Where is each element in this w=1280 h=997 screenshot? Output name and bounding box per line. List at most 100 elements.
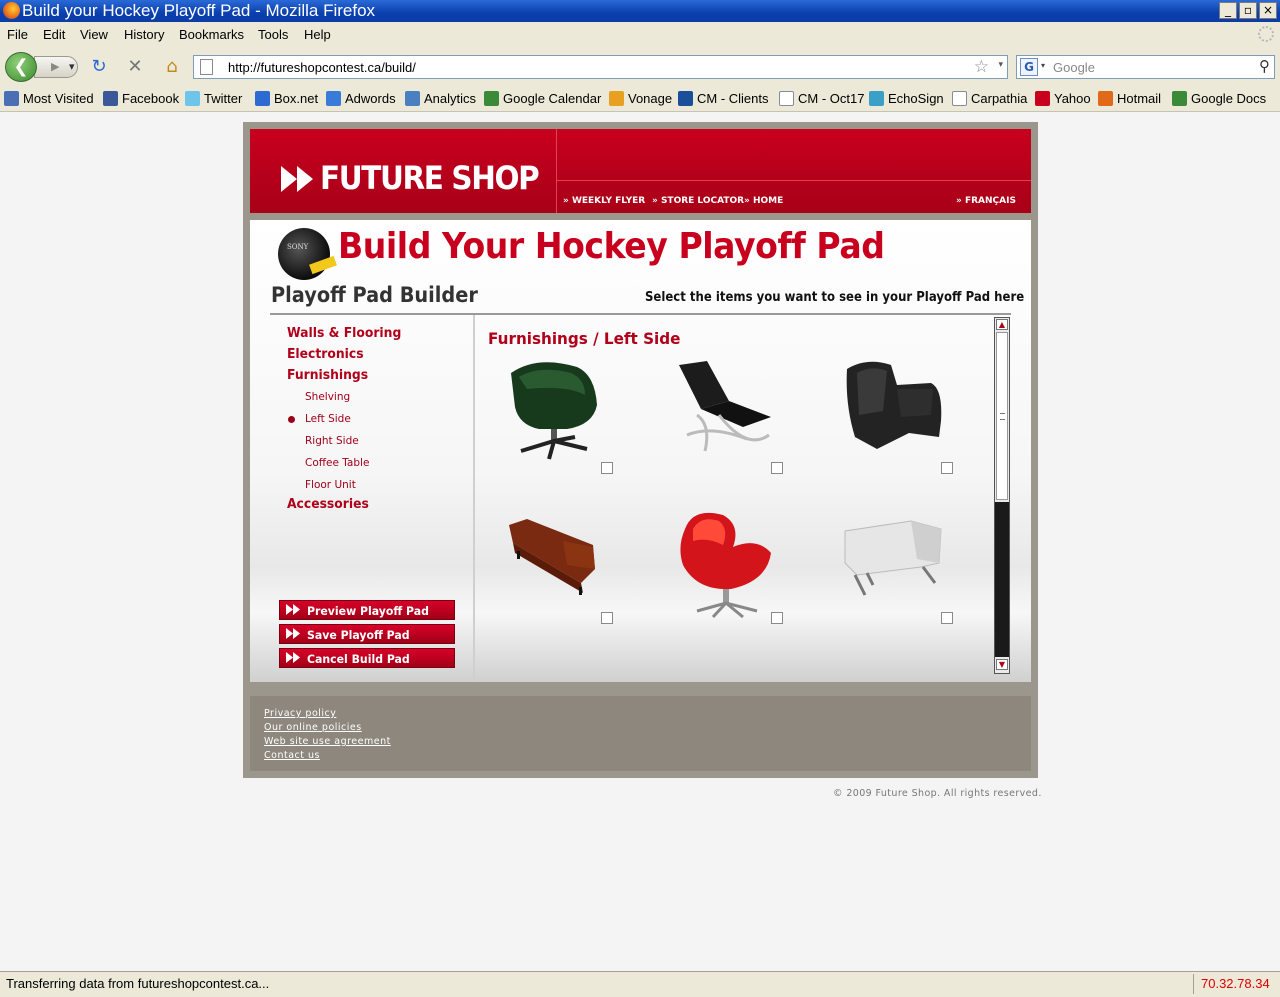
item-checkbox[interactable] xyxy=(941,462,953,474)
bookmark-star-icon[interactable]: ☆ xyxy=(974,57,989,77)
windows-icon xyxy=(1098,91,1113,106)
history-dropdown-icon[interactable]: ▾ xyxy=(69,60,75,73)
page-icon xyxy=(200,59,213,75)
url-dropdown-icon[interactable]: ▾ xyxy=(998,60,1003,70)
bookmark-label: Twitter xyxy=(204,91,243,106)
item-checkbox[interactable] xyxy=(771,612,783,624)
header-divider xyxy=(556,129,557,213)
category-furnishings[interactable]: Furnishings xyxy=(287,368,368,383)
cancel-label: Cancel Build Pad xyxy=(307,652,410,666)
nav-weekly-flyer[interactable]: » WEEKLY FLYER xyxy=(563,196,645,206)
footer-privacy-policy[interactable]: Privacy policy xyxy=(264,708,336,719)
search-engine-dropdown-icon[interactable]: ▾ xyxy=(1041,61,1045,70)
preview-playoff-pad-button[interactable]: Preview Playoff Pad xyxy=(279,600,455,620)
bookmark-most-visited[interactable]: Most Visited xyxy=(4,91,94,109)
leather-sofa-image xyxy=(509,519,595,595)
bookmark-box-net[interactable]: Box.net xyxy=(255,91,318,109)
future-shop-logo[interactable]: FUTURE SHOP xyxy=(320,159,540,197)
search-placeholder[interactable]: Google xyxy=(1053,60,1095,75)
footer-contact-us[interactable]: Contact us xyxy=(264,750,320,761)
item-brown-leather-sofa[interactable] xyxy=(497,507,617,622)
bookmark-label: CM - Oct17 xyxy=(798,91,865,106)
nav-home[interactable]: » HOME xyxy=(744,196,783,206)
nav-store-locator[interactable]: » STORE LOCATOR xyxy=(652,196,744,206)
forward-button[interactable]: ▶ ▾ xyxy=(34,56,78,78)
search-icon[interactable]: ⚲ xyxy=(1259,57,1270,75)
subcategory-left-side[interactable]: Left Side xyxy=(305,413,351,425)
page-icon xyxy=(952,91,967,106)
item-dark-green-swivel-chair[interactable] xyxy=(497,355,617,470)
bookmark-twitter[interactable]: Twitter xyxy=(185,91,242,109)
search-bar[interactable]: G ▾ Google ⚲ xyxy=(1016,55,1275,79)
stop-icon[interactable]: ✕ xyxy=(124,56,146,78)
scroll-down-icon[interactable]: ▼ xyxy=(996,659,1008,670)
footer-web-site-use[interactable]: Web site use agreement xyxy=(264,736,391,747)
subcategory-floor-unit[interactable]: Floor Unit xyxy=(305,479,356,491)
menu-view[interactable]: View xyxy=(80,27,108,42)
item-black-leather-club-chair[interactable] xyxy=(837,355,957,470)
back-button[interactable]: ❮ xyxy=(5,52,37,82)
close-button[interactable]: × xyxy=(1259,2,1277,19)
minimize-button[interactable]: _ xyxy=(1219,2,1237,19)
scroll-thumb[interactable] xyxy=(996,332,1008,500)
nav-francais[interactable]: » FRANÇAIS xyxy=(956,196,1016,206)
search-engine-icon[interactable]: G xyxy=(1020,58,1038,76)
bookmark-echosign[interactable]: EchoSign xyxy=(869,91,944,109)
bookmark-adwords[interactable]: Adwords xyxy=(326,91,396,109)
cancel-build-pad-button[interactable]: Cancel Build Pad xyxy=(279,648,455,668)
bookmark-analytics[interactable]: Analytics xyxy=(405,91,476,109)
nav-home-label: HOME xyxy=(752,196,784,206)
subcategory-shelving[interactable]: Shelving xyxy=(305,391,350,403)
item-checkbox[interactable] xyxy=(771,462,783,474)
yahoo-icon xyxy=(1035,91,1050,106)
maximize-button[interactable]: ▫ xyxy=(1239,2,1257,19)
nav-francais-label: FRANÇAIS xyxy=(964,196,1016,206)
page-icon xyxy=(779,91,794,106)
item-red-egg-chair[interactable] xyxy=(667,507,787,622)
preview-label: Preview Playoff Pad xyxy=(307,604,429,618)
scroll-up-icon[interactable]: ▲ xyxy=(996,319,1008,330)
category-electronics[interactable]: Electronics xyxy=(287,347,364,362)
address-url[interactable]: http://futureshopcontest.ca/build/ xyxy=(228,60,416,75)
bookmarks-toolbar: Most Visited Facebook Twitter Box.net Adword… xyxy=(0,86,1280,112)
reload-icon[interactable]: ↻ xyxy=(88,56,110,78)
most-visited-icon xyxy=(4,91,19,106)
subcategory-coffee-table[interactable]: Coffee Table xyxy=(305,457,369,469)
items-scrollbar[interactable]: ▲ ▼ xyxy=(994,317,1010,674)
subcategory-right-side[interactable]: Right Side xyxy=(305,435,359,447)
bookmark-vonage[interactable]: Vonage xyxy=(609,91,672,109)
menu-history[interactable]: History xyxy=(124,27,164,42)
cm-icon xyxy=(678,91,693,106)
throbber-icon xyxy=(1258,26,1274,42)
menu-help[interactable]: Help xyxy=(304,27,331,42)
bookmark-cm-clients[interactable]: CM - Clients xyxy=(678,91,769,109)
bookmark-carpathia[interactable]: Carpathia xyxy=(952,91,1027,109)
bookmark-yahoo[interactable]: Yahoo xyxy=(1035,91,1091,109)
bookmark-google-docs[interactable]: Google Docs xyxy=(1172,91,1266,109)
save-playoff-pad-button[interactable]: Save Playoff Pad xyxy=(279,624,455,644)
item-checkbox[interactable] xyxy=(601,462,613,474)
nav-store-locator-label: STORE LOCATOR xyxy=(660,196,745,206)
menu-file[interactable]: File xyxy=(7,27,28,42)
item-black-barcelona-chair[interactable] xyxy=(667,355,787,470)
bookmark-cm-oct17[interactable]: CM - Oct17 xyxy=(779,91,864,109)
item-checkbox[interactable] xyxy=(941,612,953,624)
address-bar[interactable]: http://futureshopcontest.ca/build/ ☆ ▾ xyxy=(193,55,1008,79)
google-icon xyxy=(484,91,499,106)
category-accessories[interactable]: Accessories xyxy=(287,497,369,512)
item-checkbox[interactable] xyxy=(601,612,613,624)
menu-edit[interactable]: Edit xyxy=(43,27,65,42)
bookmark-facebook[interactable]: Facebook xyxy=(103,91,179,109)
home-icon[interactable]: ⌂ xyxy=(161,56,183,78)
bookmark-google-calendar[interactable]: Google Calendar xyxy=(484,91,601,109)
status-bar: Transferring data from futureshopcontest… xyxy=(0,971,1280,997)
bookmark-hotmail[interactable]: Hotmail xyxy=(1098,91,1161,109)
footer-online-policies[interactable]: Our online policies xyxy=(264,722,362,733)
category-walls-flooring[interactable]: Walls & Flooring xyxy=(287,326,401,341)
items-panel: Furnishings / Left Side xyxy=(475,317,1009,682)
scroll-track[interactable] xyxy=(995,502,1009,657)
menu-tools[interactable]: Tools xyxy=(258,27,288,42)
status-message: Transferring data from futureshopcontest… xyxy=(6,976,270,991)
item-white-modern-armchair[interactable] xyxy=(837,507,957,622)
menu-bookmarks[interactable]: Bookmarks xyxy=(179,27,244,42)
